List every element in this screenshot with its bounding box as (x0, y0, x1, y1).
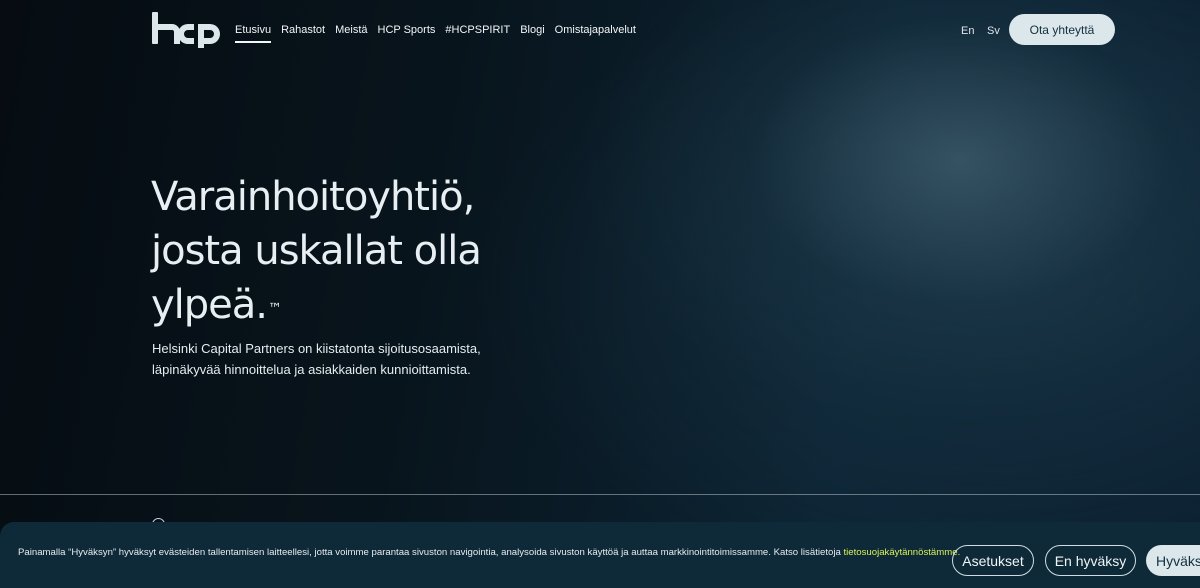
nav-item-meista[interactable]: Meistä (335, 24, 367, 43)
hero-title-line-2: josta uskallat olla (151, 228, 482, 274)
privacy-policy-link[interactable]: tietosuojakäytännöstämme. (843, 547, 960, 558)
nav-item-hcpspirit[interactable]: #HCPSPIRIT (445, 24, 510, 43)
hcp-logo[interactable] (152, 12, 222, 48)
nav-item-etusivu[interactable]: Etusivu (235, 24, 272, 43)
cookie-accept-button[interactable]: Hyväksyn (1146, 545, 1200, 576)
cookie-banner: Painamalla “Hyväksyn” hyväksyt evästeide… (0, 522, 1200, 588)
hero-subtitle-line-1: Helsinki Capital Partners on kiistatonta… (152, 341, 481, 356)
cookie-message: Painamalla “Hyväksyn” hyväksyt evästeide… (18, 547, 844, 558)
trademark-symbol: ™ (268, 301, 282, 317)
nav-item-rahastot[interactable]: Rahastot (281, 24, 325, 43)
main-nav: Etusivu Rahastot Meistä HCP Sports #HCPS… (235, 24, 636, 43)
hero-title-line-3: ylpeä. (151, 282, 268, 328)
cookie-settings-button[interactable]: Asetukset (952, 545, 1034, 576)
contact-button[interactable]: Ota yhteyttä (1009, 14, 1115, 45)
cookie-text: Painamalla “Hyväksyn” hyväksyt evästeide… (18, 547, 960, 558)
hero-subtitle: Helsinki Capital Partners on kiistatonta… (152, 338, 492, 380)
hero-title-line-1: Varainhoitoyhtiö, (151, 174, 475, 220)
section-divider (0, 494, 1200, 495)
site-header: Etusivu Rahastot Meistä HCP Sports #HCPS… (0, 0, 1200, 60)
language-en-link[interactable]: En (961, 25, 974, 37)
hero-title: Varainhoitoyhtiö, josta uskallat olla yl… (151, 170, 571, 332)
nav-item-omistajapalvelut[interactable]: Omistajapalvelut (555, 24, 636, 43)
cookie-reject-button[interactable]: En hyväksy (1045, 545, 1136, 576)
language-sv-link[interactable]: Sv (987, 25, 1000, 37)
hero-subtitle-line-2: läpinäkyvää hinnoittelua ja asiakkaiden … (152, 362, 471, 377)
nav-item-blogi[interactable]: Blogi (520, 24, 544, 43)
nav-item-hcp-sports[interactable]: HCP Sports (378, 24, 436, 43)
